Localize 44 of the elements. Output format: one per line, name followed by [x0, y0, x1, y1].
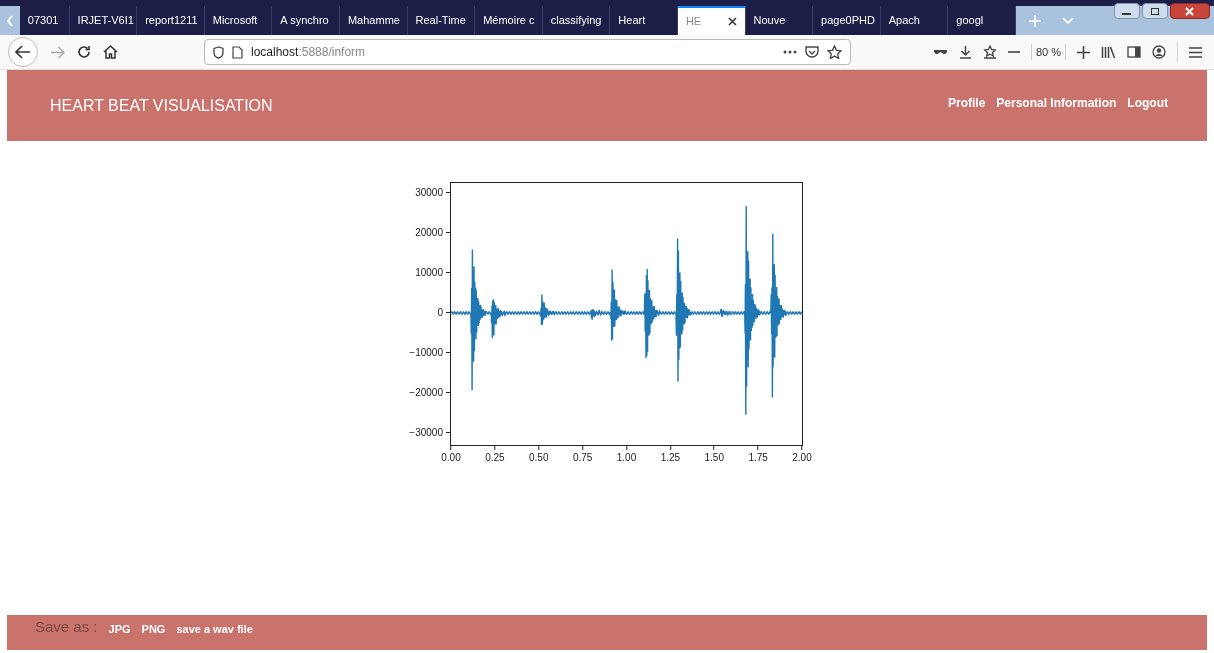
x-tick-label: 0.50	[529, 451, 549, 465]
pocket-icon[interactable]	[805, 45, 819, 59]
zoom-level[interactable]: 80 %	[1030, 43, 1066, 61]
sidebar-icon[interactable]	[1127, 46, 1141, 58]
x-tick-label: 1.00	[616, 451, 637, 465]
home-icon[interactable]	[103, 45, 118, 59]
x-tick-label: 0.25	[485, 451, 505, 465]
y-tick-label: 10000	[415, 266, 444, 280]
y-tick-label: 0	[437, 306, 444, 320]
y-tick-label: −10000	[409, 346, 444, 360]
site-title: HEART BEAT VISUALISATION	[50, 96, 273, 116]
minimize-button[interactable]	[1113, 3, 1140, 19]
y-tick-label: 20000	[415, 226, 444, 240]
restore-button[interactable]	[1141, 3, 1168, 19]
address-bar[interactable]: localhost:5888/inform	[204, 39, 851, 65]
mask-icon[interactable]	[932, 48, 948, 56]
x-tick-label: 1.75	[748, 451, 768, 465]
y-tick-label: 30000	[415, 186, 444, 200]
x-tick-label: 1.50	[704, 451, 724, 465]
menu-icon[interactable]	[1189, 46, 1202, 58]
zoom-in-icon[interactable]	[1077, 45, 1090, 59]
close-icon[interactable]	[727, 17, 737, 26]
x-tick-label: 2.00	[792, 451, 812, 465]
bookmark-star-icon[interactable]	[982, 45, 997, 59]
x-tick-label: 0.00	[441, 451, 461, 465]
save-as-label: Save as :	[35, 617, 98, 637]
url-text: localhost:5888/inform	[251, 44, 366, 61]
back-button[interactable]	[8, 37, 38, 67]
reload-icon[interactable]	[77, 45, 91, 59]
account-icon[interactable]	[1152, 45, 1166, 59]
x-tick-label: 1.25	[660, 451, 681, 465]
y-tick-label: −20000	[409, 386, 444, 400]
shield-icon	[213, 45, 224, 59]
library-icon[interactable]	[1101, 45, 1116, 59]
more-icon[interactable]	[783, 50, 797, 54]
back-arrow-icon	[15, 45, 31, 59]
x-tick-label: 0.75	[572, 451, 593, 465]
browser-tab[interactable]: HE	[677, 6, 746, 35]
page-icon	[232, 45, 243, 59]
download-icon[interactable]	[958, 45, 972, 59]
close-button[interactable]	[1169, 3, 1210, 19]
close-icon	[1185, 6, 1195, 16]
y-tick-label: −30000	[409, 426, 444, 440]
star-icon[interactable]	[827, 45, 842, 59]
